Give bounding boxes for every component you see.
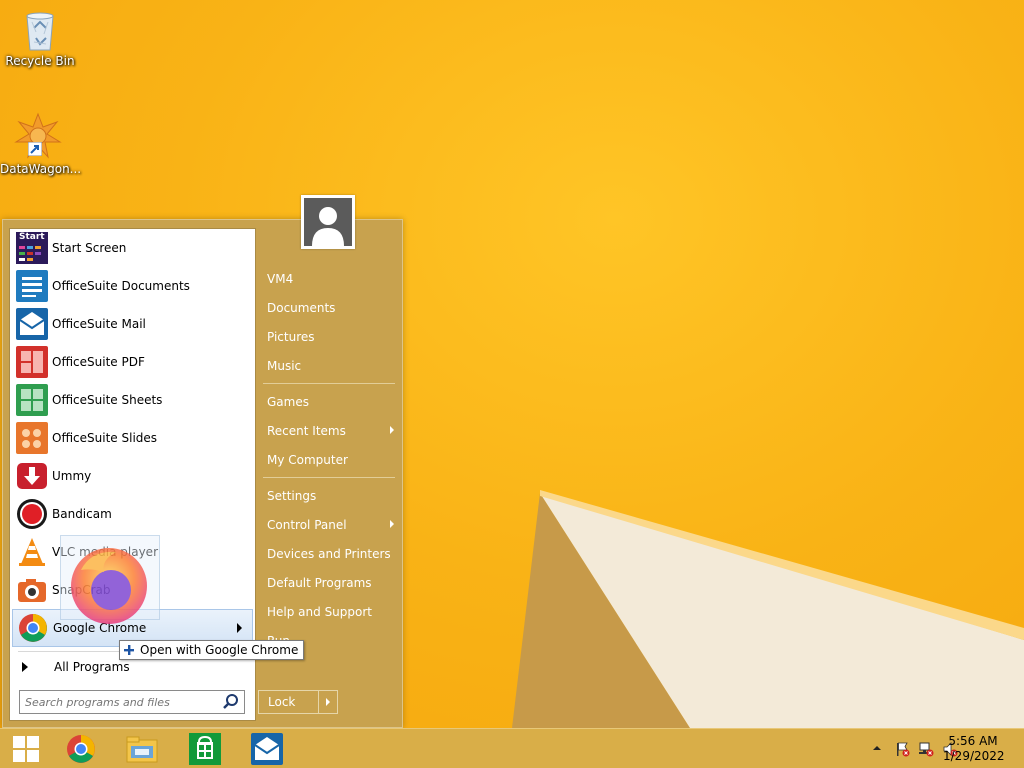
places-item-label: VM4	[267, 271, 294, 286]
drag-tooltip: Open with Google Chrome	[119, 640, 305, 660]
places-item-devices-and-printers[interactable]: Devices and Printers	[260, 539, 400, 568]
desktop-icon-recycle-bin[interactable]: Recycle Bin	[2, 8, 78, 68]
program-start-screen[interactable]: Start Start Screen	[10, 229, 255, 267]
places-item-my-computer[interactable]: My Computer	[260, 445, 400, 474]
program-officesuite-mail[interactable]: OfficeSuite Mail	[10, 305, 255, 343]
officesuite-pdf-icon	[16, 346, 48, 378]
expand-arrow-icon	[22, 662, 28, 672]
desktop-icon-label: Recycle Bin	[5, 54, 75, 68]
officesuite-mail-icon	[251, 733, 283, 765]
start-tile-text: Start	[19, 232, 45, 242]
chrome-icon	[67, 735, 95, 763]
lock-button[interactable]: Lock	[258, 690, 338, 714]
places-item-label: Default Programs	[267, 575, 372, 590]
action-center-flag-icon[interactable]	[894, 741, 910, 757]
officesuite-slides-icon	[16, 422, 48, 454]
places-item-recent-items[interactable]: Recent Items	[260, 416, 400, 445]
datawagon-icon	[14, 112, 62, 160]
submenu-arrow-icon	[390, 520, 394, 528]
ummy-icon	[16, 460, 48, 492]
file-explorer-icon	[126, 736, 158, 763]
chrome-icon	[17, 612, 49, 644]
places-item-label: Recent Items	[267, 423, 346, 438]
places-item-music[interactable]: Music	[260, 351, 400, 380]
program-officesuite-pdf[interactable]: OfficeSuite PDF	[10, 343, 255, 381]
snapcrab-icon	[16, 574, 48, 606]
taskbar: 5:56 AM 1/29/2022	[0, 728, 1024, 768]
officesuite-mail-icon	[16, 308, 48, 340]
program-label: Start Screen	[52, 241, 127, 255]
officesuite-documents-icon	[16, 270, 48, 302]
taskbar-officesuite-mail[interactable]	[239, 732, 295, 766]
recycle-bin-icon	[26, 12, 54, 51]
show-hidden-icons-chevron-up-icon[interactable]	[872, 743, 882, 753]
places-item-label: Help and Support	[267, 604, 372, 619]
taskbar-store[interactable]	[177, 732, 233, 766]
search-icon[interactable]	[221, 692, 241, 712]
program-label: Bandicam	[52, 507, 112, 521]
drag-tooltip-text: Open with Google Chrome	[140, 643, 299, 657]
program-ummy[interactable]: Ummy	[10, 457, 255, 495]
all-programs-label: All Programs	[54, 660, 130, 674]
program-label: Ummy	[52, 469, 92, 483]
taskbar-file-explorer[interactable]	[114, 732, 170, 766]
clock[interactable]: 5:56 AM 1/29/2022	[943, 734, 1005, 764]
program-officesuite-documents[interactable]: OfficeSuite Documents	[10, 267, 255, 305]
firefox-icon	[71, 548, 147, 624]
submenu-arrow-icon	[390, 426, 394, 434]
system-tray: 5:56 AM 1/29/2022	[844, 729, 1024, 768]
submenu-arrow-icon[interactable]	[237, 623, 242, 633]
chevron-right-icon	[326, 698, 330, 706]
start-screen-icon: Start	[16, 232, 48, 264]
windows-logo-icon	[13, 736, 39, 762]
start-button[interactable]	[0, 732, 54, 766]
places-item-label: Pictures	[267, 329, 315, 344]
places-item-label: Games	[267, 394, 309, 409]
program-bandicam[interactable]: Bandicam	[10, 495, 255, 533]
separator	[263, 477, 395, 478]
program-label: OfficeSuite Sheets	[52, 393, 163, 407]
clock-date: 1/29/2022	[943, 749, 1005, 763]
places-item-label: Control Panel	[267, 517, 347, 532]
officesuite-sheets-icon	[16, 384, 48, 416]
program-label: OfficeSuite PDF	[52, 355, 145, 369]
program-label: OfficeSuite Slides	[52, 431, 158, 445]
start-menu-places-pane: VM4 Documents Pictures Music Games Recen…	[260, 264, 400, 655]
places-item-label: Music	[267, 358, 302, 373]
search-input[interactable]	[20, 692, 221, 712]
places-item-vm4[interactable]: VM4	[260, 264, 400, 293]
taskbar-chrome[interactable]	[53, 732, 109, 766]
desktop-icon-datawagon[interactable]: DataWagon...	[0, 112, 82, 176]
shutdown-options-button[interactable]	[319, 691, 337, 713]
program-label: OfficeSuite Mail	[52, 317, 146, 331]
plus-icon	[124, 645, 134, 655]
places-item-documents[interactable]: Documents	[260, 293, 400, 322]
places-item-control-panel[interactable]: Control Panel	[260, 510, 400, 539]
places-item-label: My Computer	[267, 452, 348, 467]
places-item-label: Documents	[267, 300, 336, 315]
search-box[interactable]	[19, 690, 245, 714]
store-icon	[189, 733, 221, 765]
program-officesuite-slides[interactable]: OfficeSuite Slides	[10, 419, 255, 457]
bandicam-icon	[16, 498, 48, 530]
program-officesuite-sheets[interactable]: OfficeSuite Sheets	[10, 381, 255, 419]
program-label: OfficeSuite Documents	[52, 279, 190, 293]
places-item-help-and-support[interactable]: Help and Support	[260, 597, 400, 626]
desktop-icon-label: DataWagon...	[0, 162, 82, 176]
clock-time: 5:56 AM	[948, 734, 998, 748]
places-item-pictures[interactable]: Pictures	[260, 322, 400, 351]
network-icon[interactable]	[918, 741, 934, 757]
places-item-label: Devices and Printers	[267, 546, 391, 561]
separator	[263, 383, 395, 384]
lock-label[interactable]: Lock	[259, 691, 319, 713]
places-item-games[interactable]: Games	[260, 387, 400, 416]
user-avatar[interactable]	[301, 195, 355, 249]
vlc-icon	[16, 536, 48, 568]
places-item-settings[interactable]: Settings	[260, 481, 400, 510]
user-avatar-icon	[304, 198, 352, 246]
places-item-default-programs[interactable]: Default Programs	[260, 568, 400, 597]
places-item-label: Settings	[267, 488, 317, 503]
